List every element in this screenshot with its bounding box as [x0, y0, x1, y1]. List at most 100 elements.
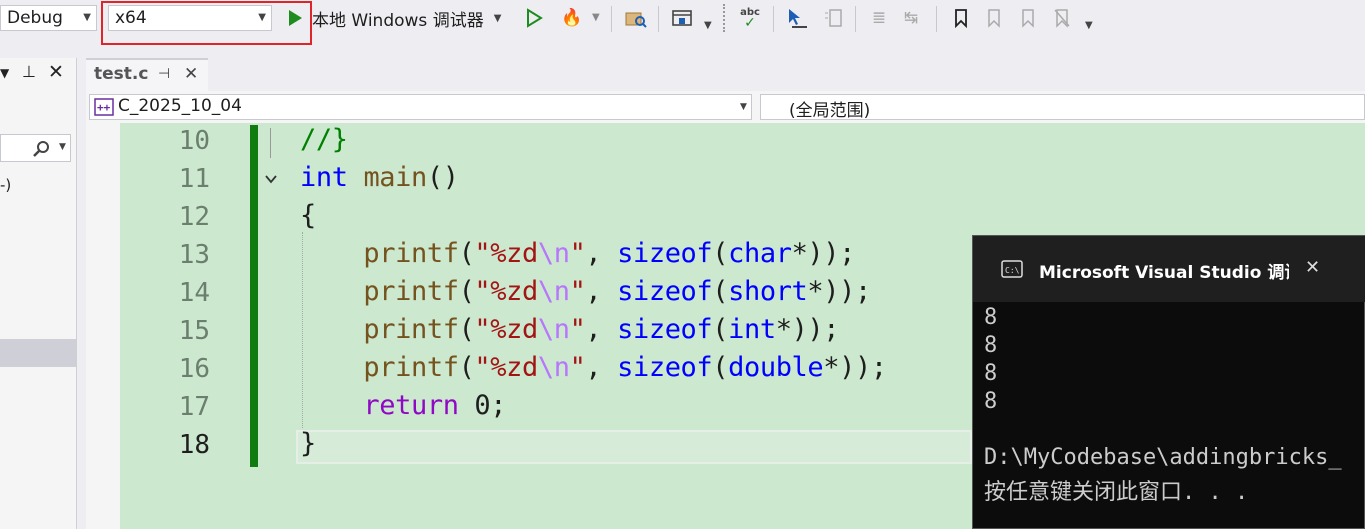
code-line: printf("%zd\n", sizeof(char*)); — [300, 238, 855, 269]
select-cursor-icon[interactable] — [786, 6, 808, 30]
code-escape: \n — [537, 352, 570, 383]
indent-icon[interactable]: ↹ — [900, 6, 922, 30]
spell-check-icon[interactable]: abc ✓ — [739, 6, 761, 31]
code-string: "%zd — [474, 314, 538, 345]
code-line: printf("%zd\n", sizeof(double*)); — [300, 352, 887, 383]
console-title-bar[interactable]: C:\ Microsoft Visual Studio 调试控 ✕ — [973, 236, 1365, 302]
code-line: } — [300, 428, 316, 459]
start-debugging-button[interactable]: 本地 Windows 调试器 ▼ — [286, 5, 501, 31]
code-line: //} — [300, 124, 348, 155]
code-text: { — [300, 200, 316, 231]
line-number: 16 — [178, 354, 210, 384]
code-text: *)); — [775, 314, 840, 345]
code-text: , — [585, 276, 618, 307]
code-line: { — [300, 200, 316, 231]
highlight-annotation-box — [101, 1, 312, 45]
code-keyword: sizeof — [617, 276, 713, 307]
console-output-line: 8 — [984, 333, 998, 358]
code-text: *)); — [791, 238, 856, 269]
change-tracking-bar — [250, 125, 258, 467]
configuration-value: Debug — [7, 8, 63, 28]
line-number: 10 — [178, 126, 210, 156]
code-keyword: sizeof — [617, 238, 713, 269]
code-comment: //} — [300, 124, 348, 155]
chevron-down-icon: ▼ — [740, 102, 747, 112]
code-text: () — [426, 162, 459, 193]
line-number: 14 — [178, 278, 210, 308]
console-output-line: 8 — [984, 389, 998, 414]
svg-text:++: ++ — [97, 101, 111, 114]
close-tab-icon[interactable]: ✕ — [184, 64, 198, 84]
code-text: ( — [712, 314, 729, 345]
code-text: ( — [712, 276, 729, 307]
solution-explorer-icon[interactable] — [625, 6, 647, 30]
project-dropdown[interactable]: ++ C_2025_10_04 ▼ — [89, 94, 752, 120]
toolbar-separator — [936, 6, 937, 32]
code-line: int main() — [300, 162, 459, 193]
line-number: 13 — [178, 240, 210, 270]
run-target-label: 本地 Windows 调试器 — [312, 10, 484, 31]
bookmark-icon[interactable] — [950, 6, 972, 30]
code-line: printf("%zd\n", sizeof(short*)); — [300, 276, 871, 307]
code-function: printf — [363, 276, 459, 307]
code-text: ( — [458, 352, 475, 383]
console-output-line: 8 — [984, 305, 998, 330]
code-function: printf — [363, 238, 459, 269]
left-tool-window: ▼ ⊥ ✕ ▼ -) — [0, 58, 77, 529]
code-string: " — [569, 352, 586, 383]
hot-reload-icon[interactable]: 🔥 — [561, 6, 583, 30]
code-function: printf — [363, 352, 459, 383]
chevron-down-icon: ▼ — [83, 12, 91, 23]
outdent-icon[interactable]: ≣ — [868, 6, 890, 30]
start-without-debugging-icon[interactable] — [523, 6, 545, 30]
selected-tree-row[interactable] — [0, 339, 76, 367]
scope-dropdown[interactable]: (全局范围) — [760, 94, 1365, 121]
code-text: , — [585, 314, 618, 345]
code-text: 0; — [458, 390, 507, 421]
search-box[interactable]: ▼ — [0, 134, 71, 162]
format-document-icon[interactable] — [822, 6, 844, 30]
code-text: ( — [458, 238, 475, 269]
code-string: "%zd — [474, 238, 538, 269]
code-text: } — [300, 428, 316, 459]
chevron-down-icon: ▼ — [59, 142, 66, 152]
scope-value: (全局范围) — [789, 101, 871, 121]
line-number: 12 — [178, 202, 210, 232]
document-tab-strip — [86, 58, 1365, 90]
chevron-down-icon[interactable]: ▼ — [592, 12, 600, 23]
code-escape: \n — [537, 314, 570, 345]
previous-bookmark-icon[interactable] — [983, 6, 1005, 30]
configuration-dropdown[interactable]: Debug ▼ — [0, 5, 97, 31]
code-string: "%zd — [474, 276, 538, 307]
console-output-line: 8 — [984, 361, 998, 386]
dropdown-arrow-icon[interactable]: ▼ — [0, 66, 9, 80]
code-escape: \n — [537, 238, 570, 269]
line-number: 11 — [178, 164, 210, 194]
code-line: return 0; — [300, 390, 506, 421]
console-prompt-line: 按任意键关闭此窗口. . . — [984, 480, 1249, 505]
window-layout-icon[interactable] — [671, 6, 693, 30]
console-title: Microsoft Visual Studio 调试控 — [1039, 263, 1289, 283]
chevron-down-icon — [265, 175, 277, 184]
next-bookmark-icon[interactable] — [1017, 6, 1039, 30]
editor-margin — [86, 123, 120, 529]
code-function: printf — [363, 314, 459, 345]
close-icon[interactable]: ✕ — [48, 61, 64, 83]
pin-tab-icon[interactable]: ⊣ — [158, 66, 170, 82]
toolbar-overflow-icon[interactable]: ▼ — [1085, 20, 1093, 31]
code-keyword: int — [728, 314, 776, 345]
collapse-toggle[interactable] — [263, 171, 279, 187]
code-text: ( — [458, 314, 475, 345]
chevron-down-icon[interactable]: ▼ — [704, 20, 712, 31]
code-keyword: sizeof — [617, 314, 713, 345]
code-text: *)); — [807, 276, 871, 307]
line-number: 15 — [178, 316, 210, 346]
pin-icon[interactable]: ⊥ — [22, 62, 36, 81]
clear-bookmarks-icon[interactable] — [1051, 6, 1073, 30]
close-tab-icon[interactable]: ✕ — [1305, 257, 1320, 278]
tab-test-c[interactable]: test.c ⊣ ✕ — [86, 58, 208, 93]
line-number: 17 — [178, 392, 210, 422]
